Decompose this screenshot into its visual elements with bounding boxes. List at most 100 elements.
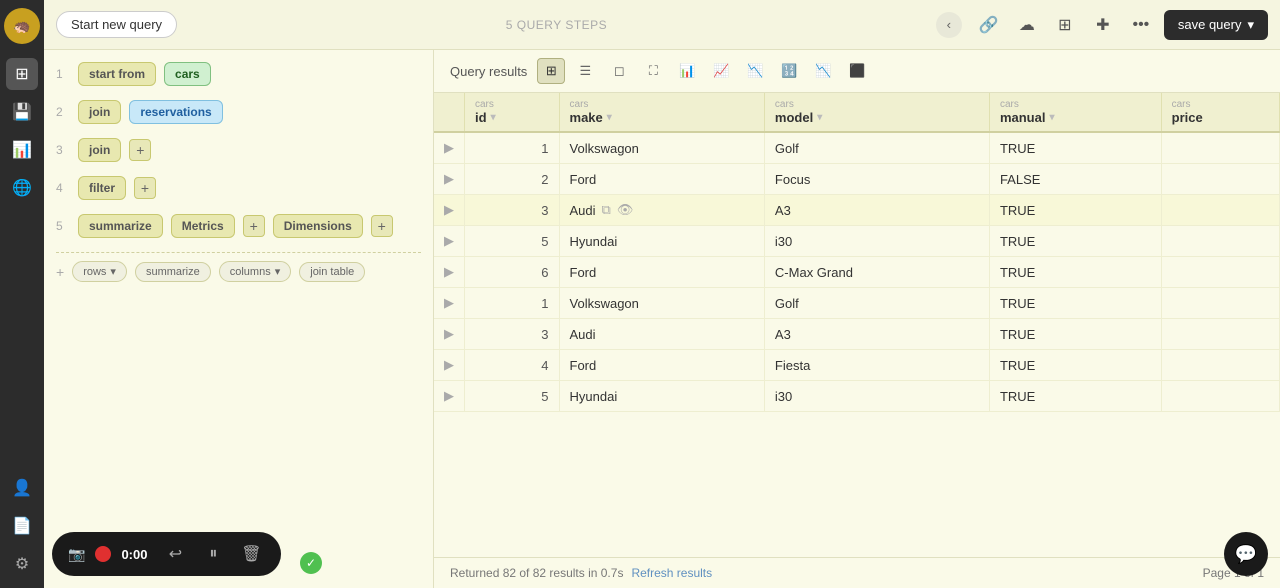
- table-row: ▶5Hyundaii30TRUE: [434, 226, 1280, 257]
- step-dimensions-tag[interactable]: Dimensions: [273, 214, 363, 238]
- join-table-pill[interactable]: join table: [299, 262, 365, 282]
- rows-caret-icon: ▾: [110, 265, 116, 278]
- cell-id: 3: [465, 319, 560, 350]
- view-list-button[interactable]: ☰: [571, 58, 599, 84]
- table-row: ▶2FordFocusFALSE: [434, 164, 1280, 195]
- recording-time: 0:00: [121, 547, 151, 562]
- cell-price: [1161, 226, 1279, 257]
- camera-icon[interactable]: 📷: [68, 546, 85, 563]
- results-toolbar: Query results ⊞ ☰ ◻ ⛶ 📊 📈 📉 🔢 📉 ⬛: [434, 50, 1280, 93]
- expand-row-button[interactable]: ▶: [434, 350, 465, 381]
- view-pivot-button[interactable]: ⛶: [639, 58, 667, 84]
- expand-row-button[interactable]: ▶: [434, 257, 465, 288]
- step-start-from-tag[interactable]: start from: [78, 62, 156, 86]
- sidebar-icon-chart[interactable]: 📊: [6, 134, 38, 166]
- table-icon-button[interactable]: ⊞: [1050, 10, 1080, 40]
- cell-manual: TRUE: [989, 288, 1161, 319]
- cell-make: Ford: [559, 350, 764, 381]
- save-query-button[interactable]: save query ▾: [1164, 10, 1268, 40]
- sidebar-icon-globe[interactable]: 🌐: [6, 172, 38, 204]
- sidebar-icon-document[interactable]: 📄: [6, 510, 38, 542]
- view-map-button[interactable]: ⬛: [843, 58, 871, 84]
- step-reservations-tag[interactable]: reservations: [129, 100, 222, 124]
- step-5-dimensions-plus-button[interactable]: +: [371, 215, 393, 237]
- step-join-tag-2[interactable]: join: [78, 100, 121, 124]
- expand-row-button[interactable]: ▶: [434, 195, 465, 226]
- sidebar-icon-settings[interactable]: ⚙: [6, 548, 38, 580]
- results-panel: Query results ⊞ ☰ ◻ ⛶ 📊 📈 📉 🔢 📉 ⬛: [434, 50, 1280, 588]
- cell-make: Hyundai: [559, 226, 764, 257]
- cell-id: 3: [465, 195, 560, 226]
- col-header-model[interactable]: cars model ▾: [764, 93, 989, 132]
- step-4-plus-button[interactable]: +: [134, 177, 156, 199]
- expand-row-button[interactable]: ▶: [434, 319, 465, 350]
- link-icon-button[interactable]: 🔗: [974, 10, 1004, 40]
- summarize-pill[interactable]: summarize: [135, 262, 211, 282]
- cell-make: Audi: [559, 319, 764, 350]
- step-summarize-tag[interactable]: summarize: [78, 214, 163, 238]
- refresh-results-link[interactable]: Refresh results: [631, 566, 712, 580]
- view-scatter-button[interactable]: 📉: [809, 58, 837, 84]
- cell-make: Volkswagon: [559, 132, 764, 164]
- pause-button[interactable]: ⏸: [199, 540, 227, 568]
- col-header-manual[interactable]: cars manual ▾: [989, 93, 1161, 132]
- query-steps-label: 5 QUERY STEPS: [189, 18, 924, 32]
- cell-model: Fiesta: [764, 350, 989, 381]
- sort-make-icon: ▾: [607, 112, 612, 123]
- delete-button[interactable]: 🗑: [237, 540, 265, 568]
- sidebar-icon-home[interactable]: ⊞: [6, 58, 38, 90]
- expand-row-button[interactable]: ▶: [434, 164, 465, 195]
- step-number-4: 4: [56, 181, 70, 195]
- col-header-id[interactable]: cars id ▾: [465, 93, 560, 132]
- cloud-icon-button[interactable]: ☁: [1012, 10, 1042, 40]
- view-table-button[interactable]: ⊞: [537, 58, 565, 84]
- query-step-4: 4 filter +: [56, 176, 421, 200]
- cell-manual: FALSE: [989, 164, 1161, 195]
- cell-id: 5: [465, 381, 560, 412]
- add-icon-button[interactable]: ✚: [1088, 10, 1118, 40]
- step-number-3: 3: [56, 143, 70, 157]
- expand-row-button[interactable]: ▶: [434, 288, 465, 319]
- col-header-make[interactable]: cars make ▾: [559, 93, 764, 132]
- sidebar-icon-save[interactable]: 💾: [6, 96, 38, 128]
- col-header-price[interactable]: cars price: [1161, 93, 1279, 132]
- cell-model: Golf: [764, 288, 989, 319]
- cell-id: 1: [465, 132, 560, 164]
- cell-make: Hyundai: [559, 381, 764, 412]
- view-card-button[interactable]: ◻: [605, 58, 633, 84]
- chat-button[interactable]: 💬: [1224, 532, 1268, 576]
- more-icon-button[interactable]: •••: [1126, 10, 1156, 40]
- rows-pill[interactable]: rows ▾: [72, 261, 127, 282]
- cell-model: C-Max Grand: [764, 257, 989, 288]
- step-5-metrics-plus-button[interactable]: +: [243, 215, 265, 237]
- step-join-tag-3[interactable]: join: [78, 138, 121, 162]
- cell-manual: TRUE: [989, 350, 1161, 381]
- step-metrics-tag[interactable]: Metrics: [171, 214, 235, 238]
- view-line-button[interactable]: 📈: [707, 58, 735, 84]
- step-number-1: 1: [56, 67, 70, 81]
- step-cars-tag[interactable]: cars: [164, 62, 211, 86]
- copy-cell-icon[interactable]: ⧉: [602, 202, 611, 218]
- view-cell-icon[interactable]: 👁: [617, 202, 634, 218]
- view-area-button[interactable]: 📉: [741, 58, 769, 84]
- cell-price: [1161, 288, 1279, 319]
- save-query-caret-icon: ▾: [1247, 17, 1254, 33]
- sidebar-icon-user[interactable]: 👤: [6, 472, 38, 504]
- undo-button[interactable]: ↩: [161, 540, 189, 568]
- expand-row-button[interactable]: ▶: [434, 226, 465, 257]
- cell-manual: TRUE: [989, 319, 1161, 350]
- step-3-plus-button[interactable]: +: [129, 139, 151, 161]
- collapse-panel-button[interactable]: ‹: [936, 12, 962, 38]
- view-num-button[interactable]: 🔢: [775, 58, 803, 84]
- status-text: Returned 82 of 82 results in 0.7s: [450, 566, 623, 580]
- expand-row-button[interactable]: ▶: [434, 132, 465, 164]
- cell-make: Ford: [559, 257, 764, 288]
- expand-row-button[interactable]: ▶: [434, 381, 465, 412]
- status-bar: Returned 82 of 82 results in 0.7s Refres…: [434, 557, 1280, 588]
- view-bar-button[interactable]: 📊: [673, 58, 701, 84]
- cell-price: [1161, 319, 1279, 350]
- columns-pill[interactable]: columns ▾: [219, 261, 292, 282]
- start-new-query-button[interactable]: Start new query: [56, 11, 177, 38]
- cell-price: [1161, 350, 1279, 381]
- step-filter-tag[interactable]: filter: [78, 176, 126, 200]
